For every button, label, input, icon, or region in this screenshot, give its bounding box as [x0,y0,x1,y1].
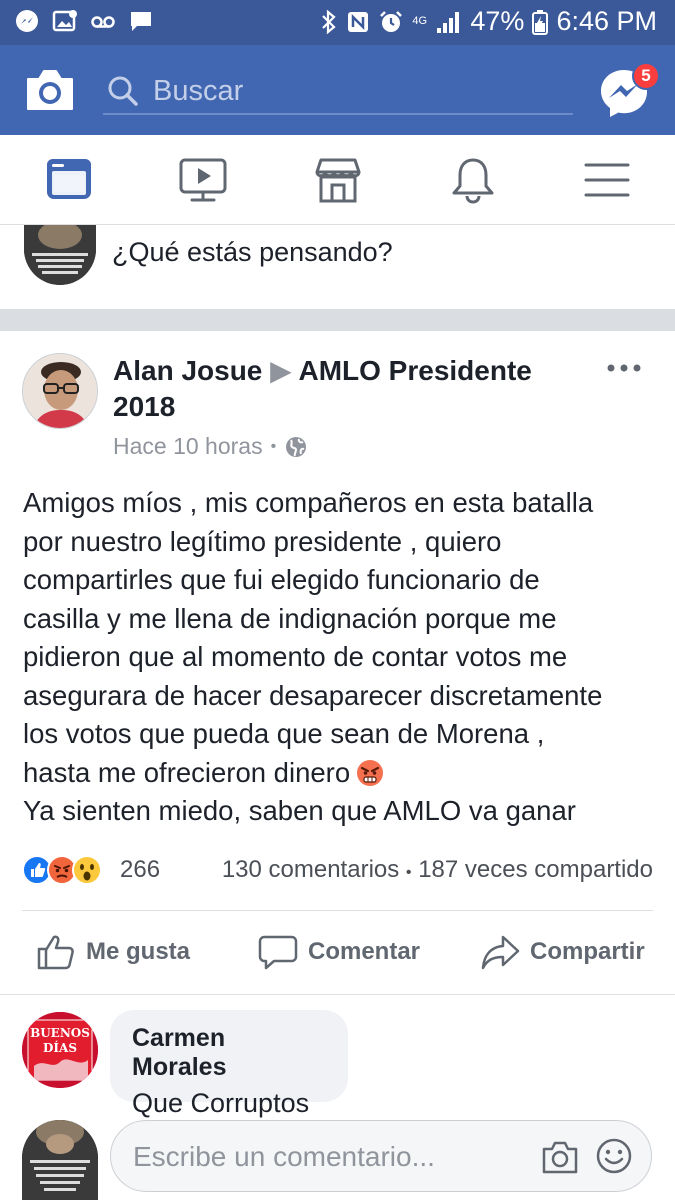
commenter-name[interactable]: Carmen Morales [132,1024,326,1082]
post-line: por nuestro legítimo presidente , quiero [23,525,502,557]
comments-count[interactable]: 130 comentarios [222,856,399,883]
status-bar: 4G 47% 6:46 PM [0,0,675,45]
share-icon [481,935,520,970]
notification-icons [14,8,154,34]
author-name[interactable]: Alan Josue [113,355,262,386]
post-line: Ya sienten miedo, saben que AMLO va gana… [23,795,576,826]
camera-icon[interactable] [24,67,76,113]
tab-marketplace[interactable] [313,155,363,205]
wow-reaction-icon [72,855,102,885]
post-header: Alan Josue ▶ AMLO Presidente 2018 Hace 1… [0,331,675,471]
comment-input-box[interactable] [110,1120,652,1192]
feed-divider [0,309,675,331]
comment-input[interactable] [133,1135,533,1179]
comment-button[interactable]: Comentar [258,932,420,972]
composer-prompt[interactable]: ¿Qué estás pensando? [112,237,393,268]
angry-reaction-icon [47,855,77,885]
more-options-icon[interactable] [606,361,642,375]
post-line: hasta me ofrecieron dinero [23,756,351,788]
messenger-badge: 5 [632,62,660,90]
user-avatar[interactable] [24,225,96,285]
comment-bubble[interactable]: Carmen Morales Que Corruptos [110,1010,348,1118]
signal-icon [437,11,460,33]
post-line: compartirles que fui elegido funcionario… [23,564,540,595]
reaction-icons [22,855,102,885]
meta-separator: • [270,437,277,455]
comment-text: Que Corruptos [132,1088,310,1118]
clock: 6:46 PM [556,6,657,36]
post-line: asegurara de hacer desaparecer discretam… [23,679,603,711]
post-body: Amigos míos , mis compañeros en esta bat… [23,484,658,831]
current-user-avatar[interactable] [22,1120,98,1200]
camera-icon[interactable] [541,1139,579,1175]
thumbs-up-icon [37,935,74,970]
alarm-icon [380,10,403,32]
post-meta: Hace 10 horas • [113,433,308,460]
tab-watch[interactable] [178,155,228,205]
nav-tabs [0,135,675,225]
like-reaction-icon [22,855,52,885]
emoji-icon[interactable] [595,1137,633,1175]
search-icon [108,76,138,106]
post-actions: Me gusta Comentar Compartir [0,922,675,986]
system-status: 4G 47% 6:46 PM [320,6,657,37]
messenger-notification-icon [16,10,38,32]
battery-icon [532,9,549,35]
author-avatar[interactable] [22,353,98,429]
tab-notifications[interactable] [448,155,498,205]
tab-news-feed[interactable] [44,155,94,205]
avatar-caption: BUENOS DÍAS [30,1026,90,1055]
post-line: pidieron que al momento de contar votos … [23,641,568,672]
search-input[interactable] [153,71,553,111]
post-time[interactable]: Hace 10 horas [113,433,263,460]
network-type: 4G [412,15,428,27]
post-line: los votos que pueda que sean de Morena , [23,718,545,749]
commenter-avatar[interactable]: BUENOS DÍAS [22,1012,98,1088]
bluetooth-icon [322,9,337,34]
image-notification-icon [52,10,77,32]
search-bar[interactable] [103,67,573,115]
reaction-count[interactable]: 266 [120,856,160,884]
share-label: Compartir [530,938,645,965]
angry-face-emoji-icon [357,759,384,786]
share-button[interactable]: Compartir [480,932,645,972]
comment-label: Comentar [308,938,421,965]
comment-icon [258,935,298,970]
voicemail-icon [91,16,115,28]
shares-count[interactable]: 187 veces compartido [418,856,653,883]
app-header: 5 [0,45,675,135]
like-label: Me gusta [86,938,191,965]
globe-icon [286,436,307,457]
comments-divider [0,994,675,995]
author-avatar-image [23,354,97,428]
reactions-summary[interactable]: 266 130 comentarios • 187 veces comparti… [22,852,657,888]
nfc-icon [348,11,369,32]
status-composer[interactable]: ¿Qué estás pensando? [0,225,675,309]
message-notification-icon [131,12,151,31]
post-line: Amigos míos , mis compañeros en esta bat… [23,487,594,518]
battery-percent: 47% [470,6,525,36]
post-line: casilla y me llena de indignación porque… [23,602,557,634]
user-avatar-image [24,225,96,285]
post-line-with-emoji: hasta me ofrecieron dinero [23,754,658,793]
comments-shares-summary[interactable]: 130 comentarios • 187 veces compartido [222,856,653,884]
like-button[interactable]: Me gusta [36,932,190,972]
shared-to-arrow-icon: ▶ [270,355,292,386]
tab-menu[interactable] [582,155,632,205]
post-author-line: Alan Josue ▶ AMLO Presidente 2018 [113,353,583,425]
summary-separator: • [405,864,412,881]
post-actions-divider [22,910,653,911]
current-user-avatar-image [22,1120,98,1200]
